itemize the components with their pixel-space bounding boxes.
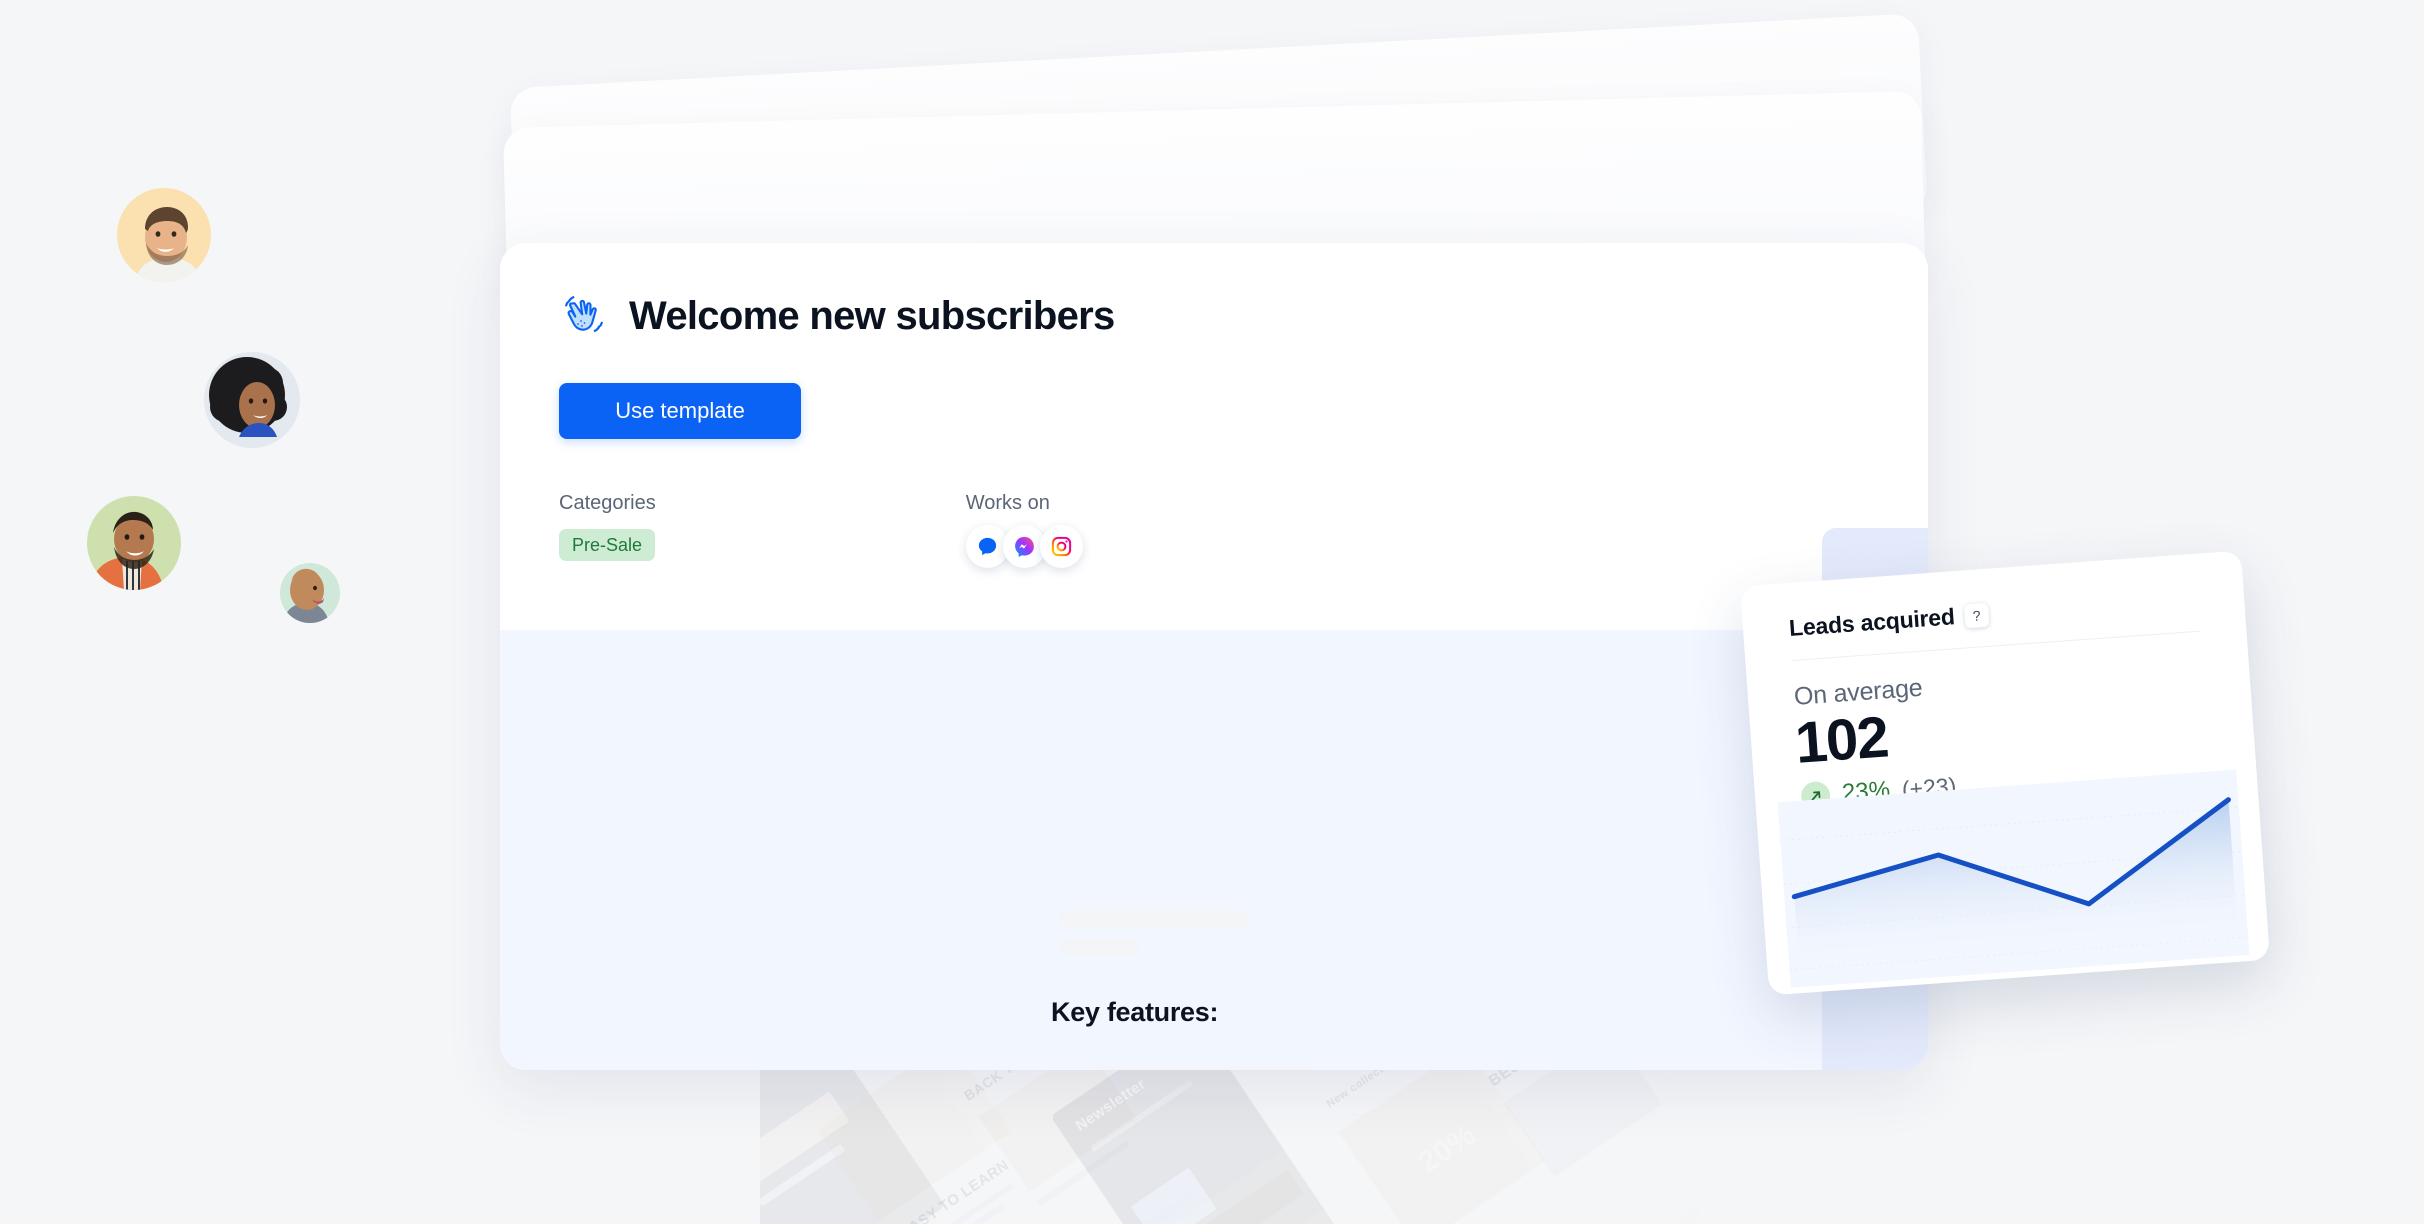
placeholder-line: [1059, 910, 1249, 927]
scene: EASY TO LEARN BACK TO SCHOOL Newsletter …: [0, 0, 2424, 1224]
list-item: [1063, 1066, 1316, 1070]
works-on-label: Works on: [965, 492, 1050, 514]
avatar-woman-smiling: [280, 563, 340, 623]
categories-block: Categories Pre-Sale: [559, 493, 656, 568]
channel-icons: [965, 525, 1083, 568]
template-detail-card: Welcome new subscribers Use template Cat…: [500, 243, 1928, 1070]
instagram-icon[interactable]: [1039, 525, 1083, 568]
leads-acquired-card: Leads acquired ? On average 102 23% (+23…: [1739, 550, 2271, 996]
template-title-row: Welcome new subscribers: [559, 292, 1319, 340]
key-features-list: [1063, 1066, 1316, 1070]
avatar-man-orange: [87, 496, 181, 590]
page-title: Welcome new subscribers: [629, 294, 1115, 338]
avatar-woman-afro: [204, 352, 300, 448]
waving-hands-icon: [565, 296, 603, 332]
placeholder-line: [1059, 939, 1139, 956]
categories-label: Categories: [559, 492, 656, 514]
placeholder-line: [1094, 1067, 1314, 1070]
template-thumbnails-strip: EASY TO LEARN BACK TO SCHOOL Newsletter …: [760, 1055, 1700, 1224]
avatar-man-beard: [117, 188, 211, 282]
use-template-button[interactable]: Use template: [559, 383, 801, 439]
help-icon[interactable]: ?: [1963, 602, 1990, 628]
template-info-column: Welcome new subscribers Use template Cat…: [559, 292, 1319, 568]
leads-card-title: Leads acquired: [1788, 603, 1956, 642]
leads-area-chart: [1777, 769, 2250, 988]
key-features-heading: Key features:: [1051, 997, 1219, 1027]
template-meta-row: Categories Pre-Sale Works on: [559, 493, 1319, 568]
description-placeholder: [1059, 910, 1249, 956]
works-on-block: Works on: [965, 492, 1083, 568]
category-badge-pre-sale[interactable]: Pre-Sale: [559, 529, 656, 561]
